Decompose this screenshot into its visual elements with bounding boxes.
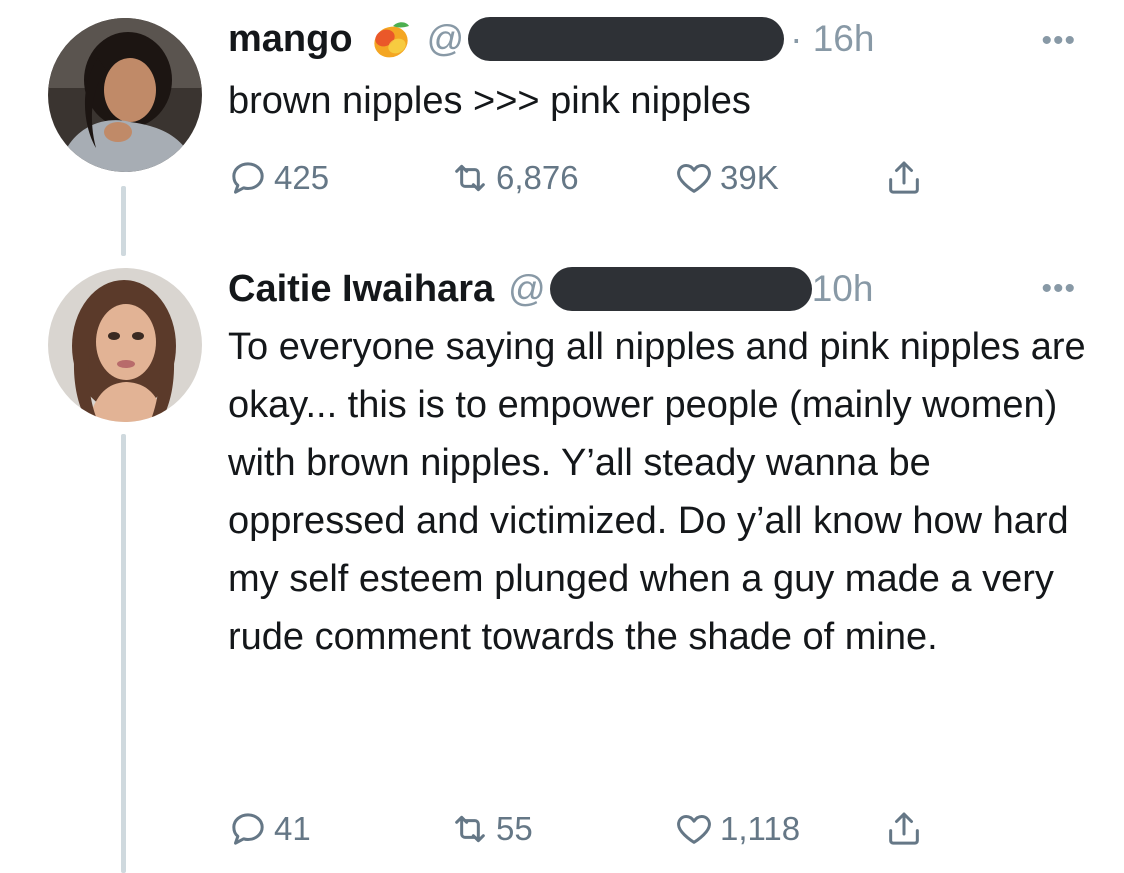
display-name[interactable]: mango xyxy=(228,18,353,61)
reply-count: 425 xyxy=(274,159,330,196)
reply-button[interactable]: 41 xyxy=(228,806,311,852)
handle-prefix[interactable]: @ xyxy=(508,268,546,310)
like-count: 39K xyxy=(720,159,779,196)
retweet-button[interactable]: 55 xyxy=(450,806,533,852)
avatar-mango[interactable] xyxy=(48,18,202,172)
share-icon xyxy=(889,812,919,845)
tweet-header: Caitie Iwaihara @ 10h xyxy=(228,264,873,314)
timestamp[interactable]: · 16h xyxy=(790,18,874,60)
thread-line-2 xyxy=(121,434,126,873)
more-options-icon[interactable]: ••• xyxy=(1041,272,1076,306)
timestamp[interactable]: 10h xyxy=(812,268,874,310)
avatar-caitie[interactable] xyxy=(48,268,202,422)
thread-line-1 xyxy=(121,186,126,256)
reply-icon xyxy=(232,162,264,194)
mango-emoji-icon xyxy=(367,16,413,62)
retweet-icon xyxy=(455,164,485,192)
redacted-handle xyxy=(549,267,812,311)
share-icon xyxy=(889,161,919,194)
retweet-button[interactable]: 6,876 xyxy=(450,155,579,201)
retweet-icon xyxy=(455,815,485,843)
display-name[interactable]: Caitie Iwaihara xyxy=(228,268,494,311)
share-button[interactable] xyxy=(884,155,930,201)
tweet-header: mango @ · 16h xyxy=(228,14,874,64)
share-button[interactable] xyxy=(884,806,930,852)
like-count: 1,118 xyxy=(720,810,801,847)
timestamp-value: 16h xyxy=(812,18,875,59)
more-options-icon[interactable]: ••• xyxy=(1041,24,1076,58)
retweet-count: 55 xyxy=(496,810,533,847)
like-button[interactable]: 39K xyxy=(674,155,779,201)
handle-prefix[interactable]: @ xyxy=(427,18,465,60)
reply-icon xyxy=(232,813,264,845)
heart-icon xyxy=(677,164,711,193)
tweet-text: brown nipples >>> pink nipples xyxy=(228,80,751,122)
redacted-handle xyxy=(468,17,785,61)
retweet-count: 6,876 xyxy=(496,159,579,196)
tweet-text: To everyone saying all nipples and pink … xyxy=(228,326,1086,658)
heart-icon xyxy=(677,815,711,844)
reply-button[interactable]: 425 xyxy=(228,155,329,201)
like-button[interactable]: 1,118 xyxy=(674,806,800,852)
reply-count: 41 xyxy=(274,810,311,847)
